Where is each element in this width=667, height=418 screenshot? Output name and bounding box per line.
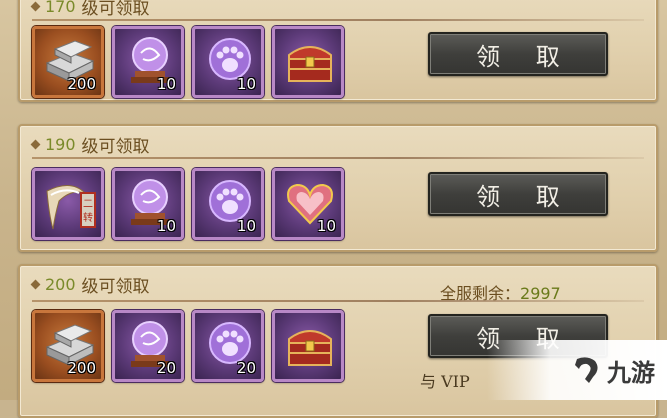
reward-slot-treasure-chest[interactable] bbox=[272, 310, 344, 382]
reward-slot-silver[interactable]: 200 bbox=[32, 26, 104, 98]
reward-slot-crystal-ball[interactable]: 20 bbox=[112, 310, 184, 382]
item-count: 20 bbox=[156, 359, 176, 377]
reward-slot-silver[interactable]: 200 bbox=[32, 310, 104, 382]
diamond-icon bbox=[30, 279, 41, 290]
item-count: 10 bbox=[316, 217, 336, 235]
tier-header-suffix: 级可领取 bbox=[81, 137, 150, 157]
item-count: 20 bbox=[236, 359, 256, 377]
treasure-chest-icon bbox=[288, 330, 332, 366]
item-count: 200 bbox=[67, 75, 96, 93]
diamond-icon bbox=[30, 139, 41, 150]
diamond-icon bbox=[30, 1, 41, 12]
reward-slot-treasure-chest[interactable] bbox=[272, 26, 344, 98]
token-tag-bottom: 转 bbox=[83, 211, 93, 224]
tier-header: 200 级可领取 bbox=[30, 272, 150, 297]
tier-level: 190 bbox=[45, 135, 76, 154]
reward-tier-170: 170 级可领取 200 10 10 领 取 bbox=[18, 0, 658, 102]
token-tag-top: 二 bbox=[83, 199, 93, 210]
item-count: 10 bbox=[236, 217, 256, 235]
vip-note: 与 VIP bbox=[420, 372, 470, 391]
watermark: 九游 bbox=[487, 340, 667, 400]
feather-token-icon: 二 转 bbox=[46, 185, 96, 230]
treasure-chest-icon bbox=[288, 46, 332, 82]
header-divider bbox=[32, 19, 644, 21]
tier-header: 170 级可领取 bbox=[30, 0, 150, 19]
tier-header-suffix: 级可领取 bbox=[81, 277, 150, 297]
reward-slot-paw-orb[interactable]: 10 bbox=[192, 168, 264, 240]
reward-slot-paw-orb[interactable]: 10 bbox=[192, 26, 264, 98]
item-count: 200 bbox=[67, 359, 96, 377]
claim-button[interactable]: 领 取 bbox=[428, 172, 608, 216]
watermark-text: 九游 bbox=[607, 358, 655, 387]
reward-slot-crystal-ball[interactable]: 10 bbox=[112, 26, 184, 98]
reward-slot-paw-orb[interactable]: 20 bbox=[192, 310, 264, 382]
item-count: 10 bbox=[156, 75, 176, 93]
header-divider bbox=[32, 300, 644, 302]
claim-button[interactable]: 领 取 bbox=[428, 32, 608, 76]
tier-header-suffix: 级可领取 bbox=[81, 0, 150, 19]
tier-header: 190 级可领取 bbox=[30, 132, 150, 157]
item-count: 10 bbox=[236, 75, 256, 93]
tier-level: 170 bbox=[45, 0, 76, 16]
item-count: 10 bbox=[156, 217, 176, 235]
reward-slot-feather-token[interactable]: 二 转 bbox=[32, 168, 104, 240]
nine-game-logo-icon bbox=[575, 357, 598, 383]
header-divider bbox=[32, 157, 644, 159]
tier-level: 200 bbox=[45, 275, 76, 294]
reward-tier-190: 190 级可领取 二 转 10 10 10 领 取 bbox=[18, 124, 658, 252]
reward-slot-crystal-ball[interactable]: 10 bbox=[112, 168, 184, 240]
reward-slot-heart-chest[interactable]: 10 bbox=[272, 168, 344, 240]
